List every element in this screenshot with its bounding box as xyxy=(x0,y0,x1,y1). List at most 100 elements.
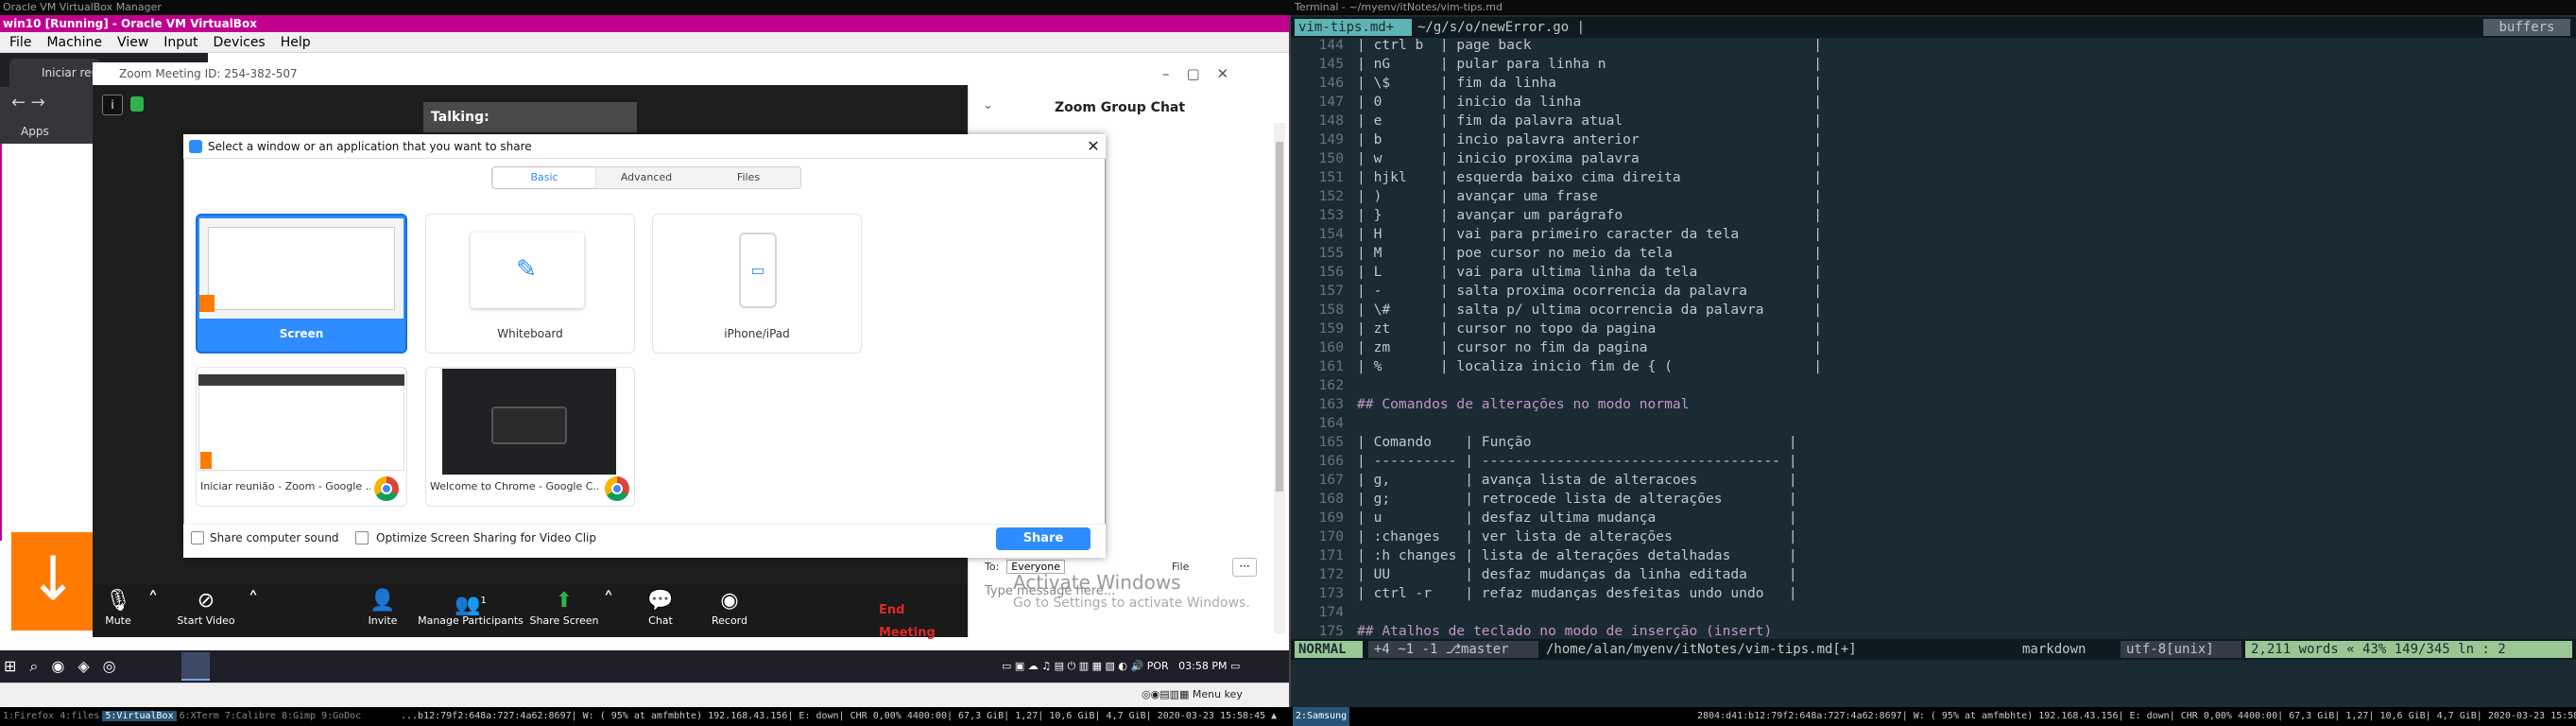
video-options-chevron[interactable]: ˄ xyxy=(244,588,263,635)
vim-line[interactable]: 172 | UU | desfaz mudanças da linha edita… xyxy=(1291,565,2576,584)
end-meeting-button[interactable]: End Meeting xyxy=(879,599,958,640)
vim-line[interactable]: 151 | hjkl | esquerda baixo cima direita … xyxy=(1291,168,2576,187)
vim-line[interactable]: 155 | M | poe cursor no meio da tela | xyxy=(1291,244,2576,263)
tray-language[interactable]: POR xyxy=(1147,660,1169,672)
window-thumbnail-accent xyxy=(200,452,212,469)
vim-line[interactable]: 157 | - | salta proxima ocorrencia da pal… xyxy=(1291,282,2576,301)
vim-line[interactable]: 147 | 0 | inicio da linha | xyxy=(1291,93,2576,112)
menu-input[interactable]: Input xyxy=(163,35,197,50)
vm-titlebar: win10 [Running] - Oracle VM VirtualBox xyxy=(0,15,1289,32)
start-video-button[interactable]: ⊘ Start Video xyxy=(168,588,244,635)
record-button[interactable]: ◉ Record xyxy=(703,588,756,635)
menu-file[interactable]: File xyxy=(9,35,31,50)
optimize-checkbox[interactable] xyxy=(355,531,369,544)
vim-line[interactable]: 161 | % | localiza inicio fim de { ( | xyxy=(1291,357,2576,376)
workspace-8[interactable]: 8:Gimp xyxy=(279,711,318,721)
share-options-chevron[interactable]: ˄ xyxy=(599,588,618,635)
share-tile-iphone-label: iPhone/iPad xyxy=(724,327,790,340)
menu-view[interactable]: View xyxy=(117,35,148,50)
vim-line[interactable]: 160 | zm | cursor no fim da pagina | xyxy=(1291,338,2576,357)
i3-status-right: 2804:d41:b12:79f2:648a:727:4a62:8697| W:… xyxy=(1697,711,2576,721)
vim-line[interactable]: 165 | Comando | Função | xyxy=(1291,433,2576,452)
line-number: 155 xyxy=(1318,245,1344,261)
invite-button[interactable]: 👤 Invite xyxy=(359,588,406,635)
close-icon[interactable]: ✕ xyxy=(1083,135,1104,158)
vim-line[interactable]: 163 ## Comandos de alterações no modo nor… xyxy=(1291,395,2576,414)
menu-help[interactable]: Help xyxy=(281,35,311,50)
line-text: | M | poe cursor no meio da tela | xyxy=(1357,245,1823,261)
vim-line[interactable]: 152 | ) | avançar uma frase | xyxy=(1291,187,2576,206)
tab-advanced[interactable]: Advanced xyxy=(595,167,697,188)
vim-line[interactable]: 145 | nG | pular para linha n | xyxy=(1291,55,2576,74)
workspace-6[interactable]: 6:XTerm xyxy=(177,711,222,721)
vim-buffer[interactable]: 144 | ctrl b | page back | 145 | nG | pular… xyxy=(1291,36,2576,647)
vim-line[interactable]: 162 xyxy=(1291,376,2576,395)
vim-line[interactable]: 159 | zt | cursor no topo da pagina | xyxy=(1291,320,2576,338)
vim-line[interactable]: 150 | w | inicio proxima palavra | xyxy=(1291,149,2576,168)
vim-line[interactable]: 148 | e | fim da palavra atual | xyxy=(1291,112,2576,130)
vim-line[interactable]: 167 | g, | avança lista de alteracoes | xyxy=(1291,471,2576,490)
chat-icon: 💬 xyxy=(647,589,674,613)
participants-button[interactable]: 👥1 Manage Participants xyxy=(416,588,525,635)
vim-line[interactable]: 168 | g; | retrocede lista de alterações … xyxy=(1291,490,2576,509)
vim-line[interactable]: 149 | b | incio palavra anterior | xyxy=(1291,130,2576,149)
share-screen-icon: ⬆ xyxy=(555,589,574,613)
vim-buffers-label: buffers xyxy=(2483,19,2570,36)
vim-line[interactable]: 166 | ---------- | ----------------------… xyxy=(1291,452,2576,471)
vim-line[interactable]: 174 xyxy=(1291,603,2576,622)
workspace-4[interactable]: 4:files xyxy=(57,711,102,721)
share-sound-checkbox[interactable] xyxy=(191,531,204,544)
workspace-9[interactable]: 9:GoDoc xyxy=(318,711,364,721)
airplay-icon: ▭ xyxy=(750,261,765,279)
chevron-up-icon: ˄ xyxy=(248,589,259,613)
vim-line[interactable]: 175 ## Atalhos de teclado no modo de inse… xyxy=(1291,622,2576,641)
vim-line[interactable]: 156 | L | vai para ultima linha da tela | xyxy=(1291,263,2576,282)
vim-tab-active[interactable]: vim-tips.md+ xyxy=(1295,19,1412,36)
share-button[interactable]: Share xyxy=(996,527,1091,550)
scrollbar-thumb[interactable] xyxy=(1276,142,1283,492)
window-label-zoom: Iniciar reunião - Zoom - Google ... xyxy=(200,480,370,493)
chrome-nav-arrows-icon[interactable]: ← → xyxy=(0,87,94,119)
chat-button[interactable]: 💬 Chat xyxy=(637,588,684,635)
menu-machine[interactable]: Machine xyxy=(46,35,102,50)
chat-to-label: To: xyxy=(985,561,1000,573)
info-icon[interactable]: i xyxy=(102,95,123,115)
vim-line[interactable]: 169 | u | desfaz ultima mudança | xyxy=(1291,509,2576,527)
window-controls[interactable]: –▢✕ xyxy=(1162,62,1272,85)
line-number: 167 xyxy=(1318,472,1344,488)
zoom-taskbar-icon[interactable] xyxy=(181,652,210,681)
vim-line[interactable]: 144 | ctrl b | page back | xyxy=(1291,36,2576,55)
workspace-7[interactable]: 7:Calibre xyxy=(222,711,279,721)
encryption-lock-icon[interactable] xyxy=(130,96,144,112)
system-tray[interactable]: ▭ ▣ ☁ ♫ ▤ ⏻ ▥ ▦ ▧ ◐ 🔊 POR 03:58 PM ▭ xyxy=(1002,650,1285,683)
vbox-host-key[interactable]: ◎◉▤▥▦ Menu key xyxy=(1142,684,1283,705)
vim-line[interactable]: 154 | H | vai para primeiro caracter da t… xyxy=(1291,225,2576,244)
chrome-bookmark-apps[interactable]: Apps xyxy=(0,119,94,144)
workspace-1[interactable]: 1:Firefox xyxy=(0,711,57,721)
vim-line[interactable]: 171 | :h changes | lista de alterações de… xyxy=(1291,546,2576,565)
line-text: | u | desfaz ultima mudança | xyxy=(1357,510,1797,526)
mute-options-chevron[interactable]: ˄ xyxy=(144,588,163,635)
menu-devices[interactable]: Devices xyxy=(214,35,266,50)
vim-line[interactable]: 164 xyxy=(1291,414,2576,433)
i3-status-left: ...b12:79f2:648a:727:4a62:8697| W: ( 95%… xyxy=(401,711,1278,721)
line-number: 159 xyxy=(1318,320,1344,337)
vim-line[interactable]: 146 | \$ | fim da linha | xyxy=(1291,74,2576,93)
mute-button[interactable]: 🎙 Mute xyxy=(94,588,142,635)
workspace-5[interactable]: 5:VirtualBox xyxy=(102,711,177,721)
vim-line[interactable]: 170 | :changes | ver lista de alterações … xyxy=(1291,527,2576,546)
tab-basic[interactable]: Basic xyxy=(493,167,595,188)
vim-line[interactable]: 153 | } | avançar um parágrafo | xyxy=(1291,206,2576,225)
share-screen-button[interactable]: ⬆ Share Screen xyxy=(529,588,599,635)
taskbar-app-icons[interactable]: ⊞⌕◉◈◎ xyxy=(4,650,212,683)
chrome-tab[interactable]: Iniciar reu xyxy=(9,59,100,87)
tab-files[interactable]: Files xyxy=(697,167,799,188)
participants-icon: 👥1 xyxy=(455,593,487,617)
vim-line[interactable]: 173 | ctrl -r | refaz mudanças desfeitas … xyxy=(1291,584,2576,603)
workspace-2[interactable]: 2:Samsung xyxy=(1293,707,1349,726)
tray-clock[interactable]: 03:58 PM xyxy=(1178,660,1227,672)
chevron-up-icon: ˄ xyxy=(603,589,614,613)
vim-line[interactable]: 158 | \# | salta p/ ultima ocorrencia da … xyxy=(1291,301,2576,320)
vim-tab-other[interactable]: ~/g/s/o/newError.go | xyxy=(1417,19,1606,36)
vbox-device-icons[interactable]: ◎◉▤▥▦ xyxy=(1142,688,1193,700)
